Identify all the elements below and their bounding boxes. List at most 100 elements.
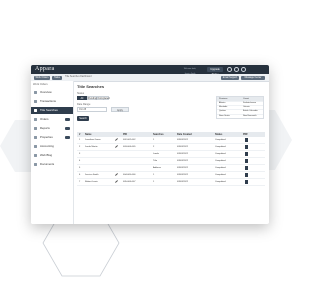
cell-date: 03/03/2022 [177,153,188,155]
cell-name: Jessica Smith [85,174,99,176]
table-row[interactable]: 2 Jacob Martin 003-004-005 2 03/03/2022 Compl… [77,144,265,151]
pdf-icon[interactable] [245,173,248,177]
blog-icon [34,154,37,157]
reports-icon [34,127,37,130]
cell-pid: 005-006-007 [123,181,136,183]
help-icon[interactable] [234,67,239,72]
message-center-button[interactable]: Message Center [241,75,265,80]
sidebar-item-overview[interactable]: Overview [31,89,73,96]
cell-name: Jonathan Green [85,139,101,141]
cell-date: 03/03/2022 [177,160,188,162]
segment-completed[interactable]: Completed [97,96,110,100]
cell-pid: 002-002-002 [123,139,136,141]
pdf-icon[interactable] [245,166,248,170]
cell-n: 6 [79,174,81,176]
sidebar-item-documents[interactable]: Documents [31,161,73,168]
segment-all[interactable]: All [77,96,87,100]
sidebar-item-title-searches[interactable]: Title Searches [31,107,73,114]
cell-s: 1 [153,181,155,183]
sidebar-item-label: Overview [40,90,52,94]
sidebar-item-orders[interactable]: Orders [31,116,73,123]
results-table: # Name PID Searches Date Created Status … [77,132,265,186]
table-row[interactable]: 5 Address 03/03/2022 Completed [77,165,265,172]
edit-icon[interactable] [115,173,118,176]
cell-status: Completed [215,174,226,176]
pdf-icon[interactable] [245,159,248,163]
cell-s: 1 [153,174,155,176]
cell-s: 2 [153,146,155,148]
upgrade-button[interactable]: Upgrade Today [207,67,223,76]
bell-icon[interactable] [227,67,232,72]
results-table-body: 1 Jonathan Green 002-002-002 1 03/03/2022 Com… [77,137,265,186]
cell-s: 1 [153,139,155,141]
pdf-icon[interactable] [245,138,248,142]
sidebar-item-label: Web Blog [40,153,53,157]
sidebar-item-label: Accounting [40,144,54,148]
work-orders-chip[interactable]: Work Orders [34,75,50,80]
sidebar-item-accounting[interactable]: Accounting [31,143,73,150]
date-range-label: Date Range [77,103,91,106]
cell-s: Title [153,160,158,162]
cell-date: 03/03/2022 [177,167,188,169]
cell-status: Completed [215,139,226,141]
table-row[interactable]: 4 Title 03/03/2022 Completed [77,158,265,165]
date-range-input[interactable]: Oct 28 [77,107,107,112]
search-button[interactable]: Search [77,116,89,121]
sidebar-item-label: Documents [40,162,55,166]
pdf-icon[interactable] [245,180,248,184]
edit-icon[interactable] [115,138,118,141]
app-window: Appara Welcome back, Jessica Smith Upgra… [31,65,269,224]
cell-status: Completed [215,153,226,155]
top-bar: Appara Welcome back, Jessica Smith Upgra… [31,65,269,76]
settings-icon[interactable] [241,67,246,72]
segment-pending[interactable]: Pending [87,96,97,100]
edit-icon[interactable] [115,145,118,148]
summary-table: Province Count Alberta Saskatchewan Manit… [216,96,264,119]
cell-date: 03/03/2022 [177,139,188,141]
search-icon [34,109,37,112]
cell-s: Address [153,167,162,169]
sidebar-item-web-blog[interactable]: Web Blog [31,152,73,159]
sidebar-item-label: Reports [40,126,50,130]
transactions-icon [34,100,37,103]
sidebar-item-label: Title Searches [40,108,58,112]
summary-cell: Nova Scotia [219,114,230,117]
sidebar-item-properties[interactable]: Properties [31,134,73,141]
documents-icon [34,163,37,166]
cell-name: Robert Lewis [85,181,98,183]
cell-status: Completed [215,167,226,169]
cell-date: 03/03/2022 [177,146,188,148]
edit-icon[interactable] [115,180,118,183]
cell-n: 1 [79,139,81,141]
sidebar-title: Work Orders [33,83,48,86]
orders-badge [65,118,70,121]
table-row[interactable]: 7 Robert Lewis 005-006-007 1 03/03/2022 Compl… [77,179,265,186]
cell-status: Completed [215,160,226,162]
cell-n: 7 [79,181,81,183]
sidebar: Work Orders Overview Transactions Title … [31,81,74,224]
properties-badge [65,136,70,139]
reports-badge [65,127,70,130]
email-support-button[interactable]: Email Support [221,75,239,80]
table-row[interactable]: 6 Jessica Smith 004-005-006 1 03/03/2022 Comp… [77,172,265,179]
table-row[interactable]: 3 Lands 03/03/2022 Completed [77,151,265,158]
sidebar-item-label: Properties [40,135,53,139]
page-title: Title Searches [77,84,105,89]
summary-cell: New Brunswick [243,114,257,117]
sidebar-item-label: Transactions [40,99,56,103]
apply-button[interactable]: Apply [111,107,129,112]
sidebar-item-reports[interactable]: Reports [31,125,73,132]
properties-icon [34,136,37,139]
cell-date: 03/03/2022 [177,174,188,176]
overview-icon [34,91,37,94]
breadcrumb: Title Searches Dashboard [65,75,92,78]
pdf-icon[interactable] [245,152,248,156]
cell-n: 3 [79,153,81,155]
cell-n: 5 [79,167,81,169]
pdf-icon[interactable] [245,145,248,149]
tasks-chip[interactable]: Tasks [52,75,62,80]
sidebar-item-transactions[interactable]: Transactions [31,98,73,105]
status-filter-label: Status [77,92,85,95]
table-row[interactable]: 1 Jonathan Green 002-002-002 1 03/03/2022 Com… [77,137,265,144]
cell-pid: 004-005-006 [123,174,136,176]
